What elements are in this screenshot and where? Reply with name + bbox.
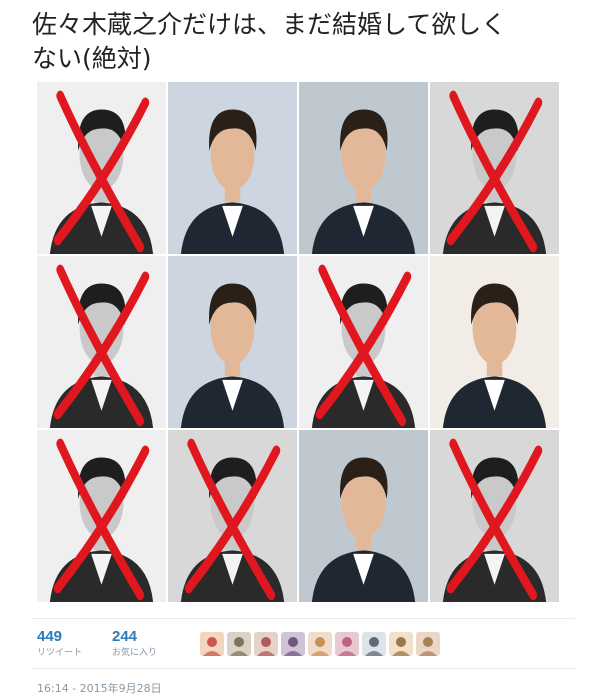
photo-grid[interactable] bbox=[37, 82, 559, 602]
portrait-photo[interactable] bbox=[299, 256, 428, 428]
red-x-mark-icon bbox=[446, 90, 543, 253]
red-x-mark-icon bbox=[315, 264, 412, 427]
tweet-text-line-1: 佐々木蔵之介だけは、まだ結婚して欲しく bbox=[32, 10, 507, 39]
avatar-image bbox=[416, 632, 440, 656]
portrait-photo[interactable] bbox=[168, 430, 297, 602]
divider-top bbox=[32, 618, 575, 619]
avatar-image bbox=[227, 632, 251, 656]
avatar-image bbox=[254, 632, 278, 656]
tweet-timestamp[interactable]: 16:14 - 2015年9月28日 bbox=[37, 680, 162, 696]
favoriter-avatar[interactable] bbox=[362, 632, 386, 656]
portrait-photo[interactable] bbox=[430, 256, 559, 428]
portrait-image bbox=[430, 256, 559, 428]
portrait-image bbox=[168, 256, 297, 428]
portrait-photo[interactable] bbox=[37, 430, 166, 602]
portrait-image bbox=[168, 82, 297, 254]
portrait-photo[interactable] bbox=[430, 82, 559, 254]
portrait-photo[interactable] bbox=[299, 82, 428, 254]
retweet-count[interactable]: 449 bbox=[37, 628, 82, 646]
red-x-mark-icon bbox=[53, 90, 150, 253]
favoriter-avatar[interactable] bbox=[227, 632, 251, 656]
favoriter-avatar[interactable] bbox=[389, 632, 413, 656]
favoriter-avatars bbox=[200, 632, 440, 656]
avatar-image bbox=[308, 632, 332, 656]
avatar-image bbox=[389, 632, 413, 656]
favoriter-avatar[interactable] bbox=[281, 632, 305, 656]
portrait-photo[interactable] bbox=[299, 430, 428, 602]
red-x-mark-icon bbox=[184, 438, 281, 601]
portrait-photo[interactable] bbox=[168, 82, 297, 254]
portrait-image bbox=[299, 430, 428, 602]
portrait-photo[interactable] bbox=[37, 256, 166, 428]
favorite-label: お気に入り bbox=[112, 648, 158, 658]
tweet-text: 佐々木蔵之介だけは、まだ結婚して欲しく ない(絶対) bbox=[32, 8, 572, 76]
portrait-image bbox=[299, 82, 428, 254]
portrait-photo[interactable] bbox=[37, 82, 166, 254]
tweet-text-line-2: ない(絶対) bbox=[32, 44, 152, 73]
portrait-photo[interactable] bbox=[168, 256, 297, 428]
red-x-mark-icon bbox=[446, 438, 543, 601]
favoriter-avatar[interactable] bbox=[335, 632, 359, 656]
portrait-photo[interactable] bbox=[430, 430, 559, 602]
favoriter-avatar[interactable] bbox=[416, 632, 440, 656]
favorite-count[interactable]: 244 bbox=[112, 628, 157, 646]
retweet-label: リツイート bbox=[37, 648, 83, 658]
favorite-stat[interactable]: 244 お気に入り bbox=[112, 628, 157, 660]
red-x-mark-icon bbox=[53, 438, 150, 601]
retweet-stat[interactable]: 449 リツイート bbox=[37, 628, 82, 660]
favoriter-avatar[interactable] bbox=[308, 632, 332, 656]
avatar-image bbox=[200, 632, 224, 656]
favoriter-avatar[interactable] bbox=[200, 632, 224, 656]
avatar-image bbox=[281, 632, 305, 656]
divider-bottom bbox=[32, 668, 575, 669]
avatar-image bbox=[362, 632, 386, 656]
avatar-image bbox=[335, 632, 359, 656]
red-x-mark-icon bbox=[53, 264, 150, 427]
favoriter-avatar[interactable] bbox=[254, 632, 278, 656]
